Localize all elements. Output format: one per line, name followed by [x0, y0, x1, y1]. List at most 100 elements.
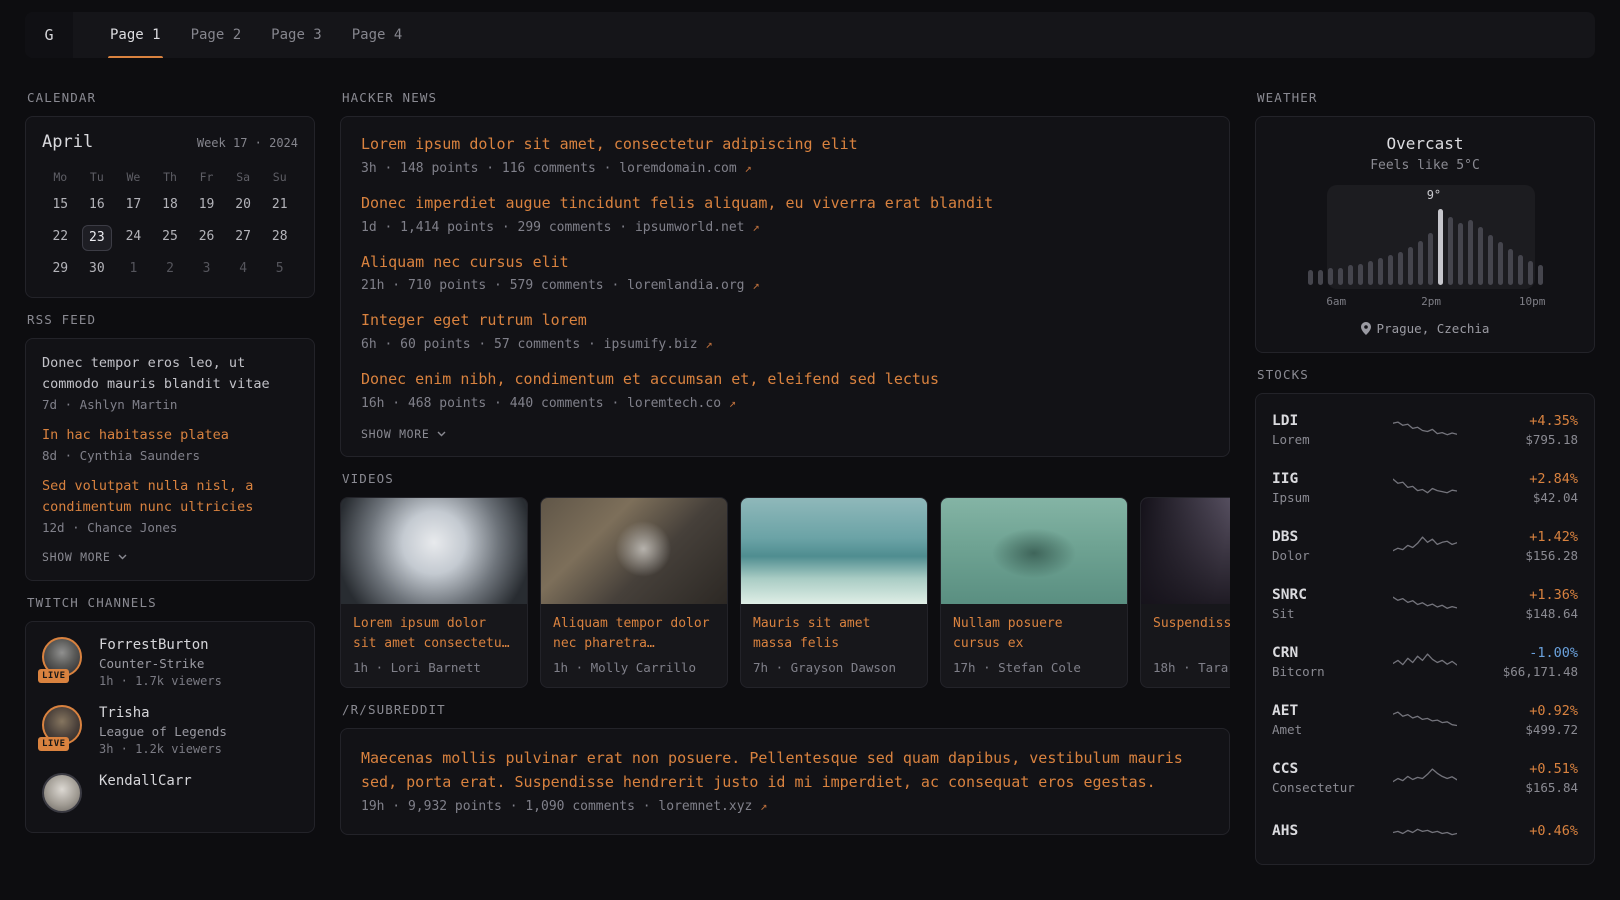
hn-story-meta: 1d · 1,414 points · 299 comments · ipsum…: [361, 220, 1209, 235]
calendar-day: 28: [264, 225, 296, 251]
hn-story-title[interactable]: Lorem ipsum dolor sit amet, consectetur …: [361, 134, 1209, 156]
rss-item-title[interactable]: Sed volutpat nulla nisl, a condimentum n…: [42, 476, 298, 518]
tab-page-3[interactable]: Page 3: [256, 12, 337, 58]
hn-domain-link[interactable]: ipsumworld.net ↗: [635, 220, 760, 235]
rss-item-meta: 7d · Ashlyn Martin: [42, 397, 298, 412]
rss-section-header: RSS FEED: [27, 312, 315, 327]
weather-bar: [1308, 270, 1313, 285]
hn-story-title[interactable]: Aliquam nec cursus elit: [361, 252, 1209, 274]
rss-item-title[interactable]: In hac habitasse platea: [42, 425, 298, 446]
video-card[interactable]: Lorem ipsum dolor sit amet consectetu… 1…: [340, 497, 528, 688]
video-thumbnail[interactable]: [341, 498, 527, 604]
hn-show-more-button[interactable]: SHOW MORE: [361, 427, 446, 441]
reddit-post-meta: 19h · 9,932 points · 1,090 comments · lo…: [361, 799, 1209, 814]
left-column: CALENDAR April Week 17 · 2024 Mo Tu We T…: [25, 76, 315, 833]
tab-page-2-label: Page 2: [191, 27, 242, 43]
stock-price: $42.04: [1486, 490, 1578, 505]
rss-item-title[interactable]: Donec tempor eros leo, ut commodo mauris…: [42, 353, 298, 395]
reddit-domain-link[interactable]: loremnet.xyz ↗: [658, 799, 767, 814]
video-card[interactable]: Mauris sit amet massa felis 7h · Grayson…: [740, 497, 928, 688]
video-card[interactable]: Aliquam tempor dolor nec pharetra… 1h · …: [540, 497, 728, 688]
video-thumbnail[interactable]: [741, 498, 927, 604]
calendar-day: 17: [117, 193, 149, 219]
stock-price: $499.72: [1486, 722, 1578, 737]
twitch-channel-name[interactable]: ForrestBurton: [99, 637, 222, 653]
hn-domain-link[interactable]: ipsumify.biz ↗: [604, 337, 713, 352]
hackernews-section-header: HACKER NEWS: [342, 90, 1230, 105]
external-link-icon: ↗: [745, 161, 752, 175]
calendar-section-header: CALENDAR: [27, 90, 315, 105]
hn-domain-link[interactable]: loremlandia.org ↗: [627, 278, 759, 293]
hn-story-stats: 21h · 710 points · 579 comments ·: [361, 278, 627, 293]
external-link-icon: ↗: [705, 337, 712, 351]
hn-domain-link[interactable]: loremtech.co ↗: [627, 396, 736, 411]
stock-name: Lorem: [1272, 432, 1364, 447]
video-title[interactable]: Nullam posuere cursus ex: [953, 614, 1115, 654]
stock-price: $148.64: [1486, 606, 1578, 621]
video-title[interactable]: Lorem ipsum dolor sit amet consectetu…: [353, 614, 515, 654]
twitch-channel-game: League of Legends: [99, 724, 227, 739]
stock-sparkline: [1372, 765, 1478, 791]
external-link-icon: ↗: [760, 799, 767, 813]
calendar-week-label: Week 17 · 2024: [197, 136, 298, 150]
calendar-day: 27: [227, 225, 259, 251]
calendar-day-next-month: 4: [227, 257, 259, 283]
stocks-section-header: STOCKS: [1257, 367, 1595, 382]
video-title[interactable]: Aliquam tempor dolor nec pharetra…: [553, 614, 715, 654]
stock-change: +4.35%: [1486, 413, 1578, 429]
twitch-channel-row[interactable]: LIVE ForrestBurton Counter-Strike 1h · 1…: [42, 637, 298, 688]
weather-location: Prague, Czechia: [1272, 321, 1578, 336]
stock-price: $156.28: [1486, 548, 1578, 563]
calendar-day: 24: [117, 225, 149, 251]
twitch-channel-row[interactable]: KendallCarr: [42, 773, 298, 817]
twitch-channel-name[interactable]: KendallCarr: [99, 773, 192, 789]
videos-section-header: VIDEOS: [342, 471, 1230, 486]
weather-hourly-chart: 9°: [1276, 185, 1574, 289]
rss-item[interactable]: Sed volutpat nulla nisl, a condimentum n…: [42, 476, 298, 535]
avatar: [42, 773, 82, 813]
weather-bar: [1368, 261, 1373, 285]
weather-time-axis: 6am 2pm 10pm: [1272, 295, 1578, 309]
video-meta: 18h · Tara: [1153, 660, 1230, 675]
twitch-channel-row[interactable]: LIVE Trisha League of Legends 3h · 1.2k …: [42, 705, 298, 756]
calendar-day-next-month: 3: [191, 257, 223, 283]
tab-page-2[interactable]: Page 2: [176, 12, 257, 58]
subreddit-widget: Maecenas mollis pulvinar erat non posuer…: [340, 728, 1230, 835]
video-title[interactable]: Mauris sit amet massa felis: [753, 614, 915, 654]
hn-story-title[interactable]: Donec imperdiet augue tincidunt felis al…: [361, 193, 1209, 215]
video-meta: 1h · Lori Barnett: [353, 660, 515, 675]
stock-change: +1.42%: [1486, 529, 1578, 545]
calendar-day: 25: [154, 225, 186, 251]
video-card[interactable]: Nullam posuere cursus ex 17h · Stefan Co…: [940, 497, 1128, 688]
hn-story-title[interactable]: Donec enim nibh, condimentum et accumsan…: [361, 369, 1209, 391]
video-card[interactable]: Suspendisse diam 18h · Tara: [1140, 497, 1230, 688]
video-thumbnail[interactable]: [941, 498, 1127, 604]
tab-page-1[interactable]: Page 1: [95, 12, 176, 58]
hn-story: Donec imperdiet augue tincidunt felis al…: [361, 193, 1209, 235]
calendar-day: 20: [227, 193, 259, 219]
dashboard-grid: CALENDAR April Week 17 · 2024 Mo Tu We T…: [0, 58, 1620, 865]
twitch-channel-meta: 3h · 1.2k viewers: [99, 742, 227, 756]
stock-ticker: DBS: [1272, 529, 1364, 545]
stock-values: +0.51% $165.84: [1486, 761, 1578, 795]
stock-ticker: IIG: [1272, 471, 1364, 487]
video-thumbnail[interactable]: [1141, 498, 1230, 604]
twitch-channel-name[interactable]: Trisha: [99, 705, 227, 721]
hn-domain-link[interactable]: loremdomain.com ↗: [619, 161, 751, 176]
stock-info: AHS: [1272, 823, 1364, 842]
tab-page-4[interactable]: Page 4: [337, 12, 418, 58]
app-logo-letter: G: [44, 26, 53, 44]
video-thumbnail[interactable]: [541, 498, 727, 604]
reddit-post-title[interactable]: Maecenas mollis pulvinar erat non posuer…: [361, 746, 1209, 794]
rss-show-more-button[interactable]: SHOW MORE: [42, 550, 127, 564]
hn-story-title[interactable]: Integer eget rutrum lorem: [361, 310, 1209, 332]
rss-item[interactable]: In hac habitasse platea 8d · Cynthia Sau…: [42, 425, 298, 463]
weather-bar: [1328, 268, 1333, 285]
video-title[interactable]: Suspendisse diam: [1153, 614, 1230, 654]
weather-bar: [1478, 227, 1483, 285]
calendar-day-today: 23: [82, 225, 112, 251]
stock-values: +1.36% $148.64: [1486, 587, 1578, 621]
stock-change: +0.46%: [1486, 823, 1578, 839]
rss-item[interactable]: Donec tempor eros leo, ut commodo mauris…: [42, 353, 298, 412]
calendar-day: 15: [44, 193, 76, 219]
